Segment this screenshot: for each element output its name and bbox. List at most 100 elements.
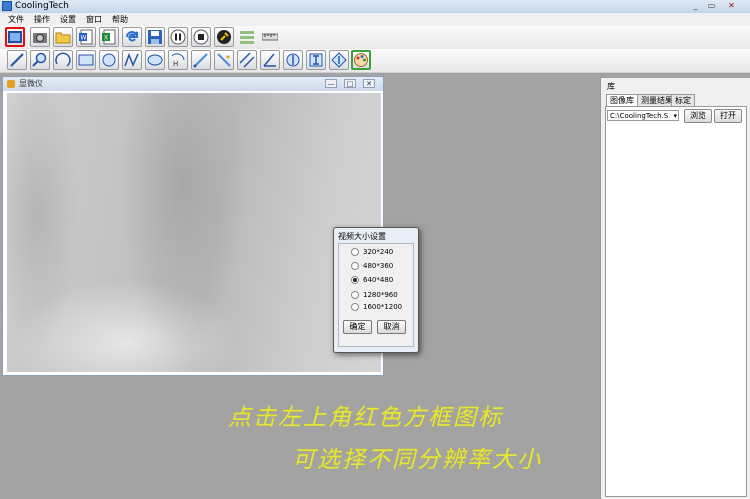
option-label: 1600*1200 <box>363 303 403 311</box>
ruler-icon <box>262 33 278 41</box>
ellipse-icon <box>147 54 163 66</box>
line-tool-button[interactable] <box>7 50 27 70</box>
diamond-icon <box>331 52 347 68</box>
zoom-icon <box>32 52 47 67</box>
angle-icon <box>263 53 276 67</box>
child-maximize-button[interactable]: □ <box>344 79 356 88</box>
camera-icon <box>33 33 47 43</box>
excel-export-button[interactable]: X <box>99 27 119 47</box>
app-icon <box>2 1 12 11</box>
open-folder-button[interactable] <box>53 27 73 47</box>
library-title: 库 <box>607 82 615 91</box>
open-button[interactable]: 打开 <box>714 109 742 123</box>
maximize-button[interactable]: ▭ <box>705 1 718 11</box>
path-value: C:\CoolingTech.S <box>610 112 669 120</box>
ruler-button[interactable] <box>260 27 280 47</box>
svg-text:H: H <box>173 60 178 68</box>
radio-480x360[interactable] <box>351 262 359 270</box>
radio-640x480[interactable] <box>351 276 359 284</box>
circle-center-tool-button[interactable] <box>283 50 303 70</box>
app-title-bar: CoolingTech _ ▭ ✕ <box>0 0 750 14</box>
menu-help[interactable]: 帮助 <box>112 13 128 26</box>
zoom-tool-button[interactable] <box>30 50 50 70</box>
microscope-window-title: 显微仪 <box>19 79 43 88</box>
palette-icon <box>354 53 368 67</box>
video-size-button[interactable] <box>5 27 25 47</box>
child-close-button[interactable]: ✕ <box>363 79 375 88</box>
radio-1600x1200[interactable] <box>351 303 359 311</box>
video-size-dialog: 视频大小设置 <box>333 227 419 353</box>
path-dropdown[interactable]: C:\CoolingTech.S ▾ <box>607 110 679 121</box>
word-export-icon: W <box>79 29 93 45</box>
menu-operation[interactable]: 操作 <box>34 13 50 26</box>
browse-button[interactable]: 浏览 <box>684 109 712 123</box>
menu-window[interactable]: 窗口 <box>86 13 102 26</box>
rectangle-tool-button[interactable] <box>76 50 96 70</box>
settings-button[interactable] <box>214 27 234 47</box>
diamond-tool-button[interactable] <box>329 50 349 70</box>
option-label: 1280*960 <box>363 291 398 299</box>
circle-center-icon <box>286 53 300 67</box>
text-icon <box>309 53 323 67</box>
cancel-button[interactable]: 取消 <box>377 320 406 334</box>
microscope-window-title-bar: 显微仪 — □ ✕ <box>3 77 383 91</box>
scale-bar-button[interactable] <box>237 27 257 47</box>
diagonal-icon <box>193 53 208 68</box>
point-line-tool-button[interactable] <box>214 50 234 70</box>
arc-tool-button[interactable] <box>53 50 73 70</box>
text-tool-button[interactable] <box>306 50 326 70</box>
height-tool-button[interactable]: H <box>168 50 188 70</box>
arc-icon <box>55 52 71 67</box>
polyline-tool-button[interactable] <box>122 50 142 70</box>
parallel-icon <box>239 52 255 68</box>
svg-text:W: W <box>81 35 87 42</box>
scale-bar-icon <box>240 31 254 44</box>
angle-tool-button[interactable] <box>260 50 280 70</box>
refresh-icon <box>126 31 138 42</box>
height-icon: H <box>171 53 185 68</box>
point-line-icon <box>217 53 231 67</box>
instruction-caption-line2: 可选择不同分辨率大小 <box>292 447 542 473</box>
library-panel: 库 图像库 测量结果 标定 C:\CoolingTech.S ▾ 浏览 打开 <box>600 78 750 499</box>
minimize-button[interactable]: _ <box>689 1 702 11</box>
close-button[interactable]: ✕ <box>725 1 738 11</box>
app-title: CoolingTech <box>15 1 69 11</box>
diagonal-tool-button[interactable] <box>191 50 211 70</box>
menu-file[interactable]: 文件 <box>8 13 24 26</box>
option-label: 640*480 <box>363 276 394 284</box>
child-minimize-button[interactable]: — <box>325 79 337 88</box>
svg-text:X: X <box>104 35 108 42</box>
dialog-title: 视频大小设置 <box>338 232 386 241</box>
radio-320x240[interactable] <box>351 248 359 256</box>
circle-icon <box>102 53 116 67</box>
library-content <box>605 106 747 497</box>
main-toolbar: W X <box>0 26 750 50</box>
excel-export-icon: X <box>102 29 116 45</box>
pause-button[interactable] <box>168 27 188 47</box>
option-label: 320*240 <box>363 248 394 256</box>
polyline-icon <box>124 52 139 67</box>
parallel-tool-button[interactable] <box>237 50 257 70</box>
radio-1280x960[interactable] <box>351 291 359 299</box>
stop-button[interactable] <box>191 27 211 47</box>
live-video-view[interactable] <box>7 93 381 372</box>
open-folder-icon <box>55 32 71 44</box>
stop-icon <box>193 29 209 45</box>
camera-button[interactable] <box>30 27 50 47</box>
menu-settings[interactable]: 设置 <box>60 13 76 26</box>
video-size-icon <box>8 31 22 43</box>
microscope-window: 显微仪 — □ ✕ <box>2 76 384 376</box>
ok-button[interactable]: 确定 <box>343 320 372 334</box>
word-export-button[interactable]: W <box>76 27 96 47</box>
ellipse-tool-button[interactable] <box>145 50 165 70</box>
option-label: 480*360 <box>363 262 394 270</box>
rectangle-icon <box>78 54 94 66</box>
save-button[interactable] <box>145 27 165 47</box>
line-icon <box>10 53 24 67</box>
wrench-icon <box>217 30 231 44</box>
palette-button[interactable] <box>351 50 371 70</box>
circle-tool-button[interactable] <box>99 50 119 70</box>
chevron-down-icon: ▾ <box>673 112 677 120</box>
save-icon <box>148 30 162 44</box>
refresh-button[interactable] <box>122 27 142 47</box>
